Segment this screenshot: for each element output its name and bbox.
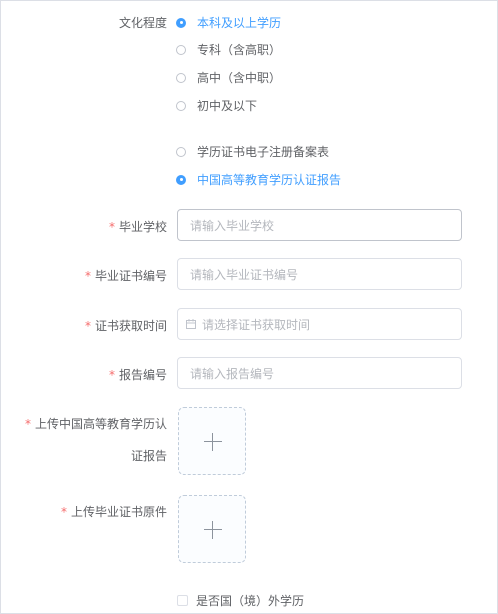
radio-middle-school[interactable]: 初中及以下 bbox=[176, 97, 257, 114]
radio-label: 初中及以下 bbox=[197, 99, 258, 113]
radio-junior-college[interactable]: 专科（含高职） bbox=[176, 41, 281, 58]
upload-report-label-line1: 上传中国高等教育学历认 bbox=[34, 417, 167, 431]
school-input[interactable]: 请输入毕业学校 bbox=[177, 209, 462, 241]
calendar-icon bbox=[186, 319, 196, 329]
required-mark: * bbox=[60, 505, 67, 519]
upload-original-label: * 上传毕业证书原件 bbox=[1, 503, 167, 520]
cert-number-input[interactable]: 请输入毕业证书编号 bbox=[177, 258, 462, 290]
radio-bachelor-above[interactable]: 本科及以上学历 bbox=[176, 14, 281, 31]
upload-original-label-text: 上传毕业证书原件 bbox=[70, 505, 167, 519]
radio-checked-icon bbox=[176, 174, 186, 185]
report-number-label-text: 报告编号 bbox=[118, 368, 167, 382]
required-mark: * bbox=[108, 368, 115, 382]
foreign-degree-label: 是否国（境）外学历 bbox=[196, 594, 305, 608]
radio-unchecked-icon bbox=[176, 44, 186, 55]
radio-unchecked-icon bbox=[176, 146, 186, 157]
radio-label: 中国高等教育学历认证报告 bbox=[197, 173, 342, 187]
cert-number-label-text: 毕业证书编号 bbox=[94, 269, 167, 283]
cert-date-placeholder: 请选择证书获取时间 bbox=[202, 317, 311, 332]
required-mark: * bbox=[24, 417, 31, 431]
radio-label: 专科（含高职） bbox=[197, 43, 282, 57]
foreign-degree-checkbox[interactable]: 是否国（境）外学历 bbox=[177, 592, 304, 609]
radio-unchecked-icon bbox=[176, 72, 186, 83]
radio-high-school[interactable]: 高中（含中职） bbox=[176, 69, 281, 86]
education-form: 文化程度 本科及以上学历 专科（含高职） 高中（含中职） 初中及以下 学历证书电… bbox=[0, 0, 498, 614]
required-mark: * bbox=[108, 220, 115, 234]
cert-date-picker[interactable]: 请选择证书获取时间 bbox=[177, 308, 462, 340]
upload-report-box[interactable] bbox=[178, 407, 246, 475]
school-label: * 毕业学校 bbox=[1, 218, 167, 235]
school-placeholder: 请输入毕业学校 bbox=[190, 218, 275, 233]
cert-date-label-text: 证书获取时间 bbox=[94, 319, 167, 333]
upload-report-label-line2: 证报告 bbox=[130, 449, 167, 463]
upload-report-label: * 上传中国高等教育学历认 bbox=[1, 415, 167, 432]
radio-unchecked-icon bbox=[176, 100, 186, 111]
upload-original-box[interactable] bbox=[178, 495, 246, 563]
radio-certification-report[interactable]: 中国高等教育学历认证报告 bbox=[176, 171, 341, 188]
required-mark: * bbox=[84, 319, 91, 333]
school-label-text: 毕业学校 bbox=[118, 220, 167, 234]
cert-date-label: * 证书获取时间 bbox=[1, 317, 167, 334]
radio-registration-form[interactable]: 学历证书电子注册备案表 bbox=[176, 143, 329, 160]
report-number-label: * 报告编号 bbox=[1, 366, 167, 383]
required-mark: * bbox=[84, 269, 91, 283]
radio-checked-icon bbox=[176, 17, 186, 28]
checkbox-unchecked-icon bbox=[177, 595, 188, 606]
radio-label: 高中（含中职） bbox=[197, 71, 282, 85]
radio-label: 学历证书电子注册备案表 bbox=[197, 145, 330, 159]
cert-number-label: * 毕业证书编号 bbox=[1, 267, 167, 284]
radio-label: 本科及以上学历 bbox=[197, 16, 282, 30]
report-number-input[interactable]: 请输入报告编号 bbox=[177, 357, 462, 389]
cert-number-placeholder: 请输入毕业证书编号 bbox=[190, 267, 299, 282]
education-label: 文化程度 bbox=[118, 16, 167, 30]
report-number-placeholder: 请输入报告编号 bbox=[190, 366, 275, 381]
